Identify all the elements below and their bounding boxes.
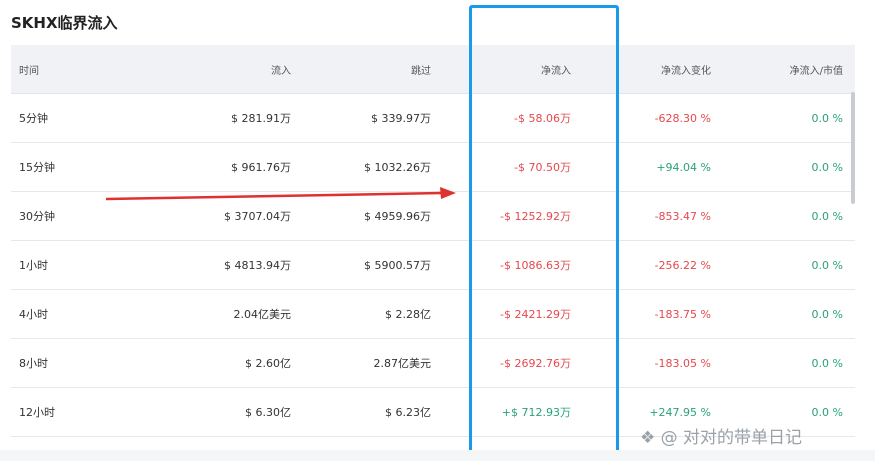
cell-skip: $ 1032.26万 xyxy=(364,161,431,174)
cell-net-to-mcap: 0.0 % xyxy=(811,160,843,174)
cell-inflow: 2.04亿美元 xyxy=(233,308,292,321)
col-header-time[interactable]: 时间 xyxy=(11,62,101,77)
col-header-inflow[interactable]: 流入 xyxy=(101,62,291,77)
table-row[interactable]: 5分钟 $ 281.91万 $ 339.97万 -$ 58.06万 -628.30 % 0… xyxy=(11,94,855,143)
cell-net-to-mcap: 0.0 % xyxy=(811,209,843,223)
cell-skip: $ 4959.96万 xyxy=(364,210,431,223)
bottom-scroll-area xyxy=(0,450,875,461)
cell-skip: $ 5900.57万 xyxy=(364,259,431,272)
cell-skip: $ 6.23亿 xyxy=(385,406,431,419)
watermark: ❖ @ 对对的带单日记 xyxy=(640,428,803,448)
cell-time: 5分钟 xyxy=(19,112,48,125)
cell-inflow: $ 2.60亿 xyxy=(245,357,291,370)
table-row[interactable]: 1小时 $ 4813.94万 $ 5900.57万 -$ 1086.63万 -256.2… xyxy=(11,241,855,290)
red-arrow-annotation xyxy=(105,187,456,201)
cell-inflow: $ 961.76万 xyxy=(231,161,291,174)
cell-time: 4小时 xyxy=(19,308,48,321)
page-title: SKHX临界流入 xyxy=(11,14,118,32)
table-row[interactable]: 4小时 2.04亿美元 $ 2.28亿 -$ 2421.29万 -183.75 % 0.0… xyxy=(11,290,855,339)
table-row[interactable]: 8小时 $ 2.60亿 2.87亿美元 -$ 2692.76万 -183.05 % 0.0… xyxy=(11,339,855,388)
net-inflow-highlight-box xyxy=(469,5,619,458)
net-inflow-table: 时间 流入 跳过 净流入 净流入变化 净流入/市值 5分钟 $ 281.91万 $ … xyxy=(11,45,855,437)
cell-time: 8小时 xyxy=(19,357,48,370)
cell-net-to-mcap: 0.0 % xyxy=(811,111,843,125)
vertical-scrollbar[interactable] xyxy=(851,92,855,204)
cell-inflow: $ 281.91万 xyxy=(231,112,291,125)
cell-time: 1小时 xyxy=(19,259,48,272)
cell-inflow: $ 3707.04万 xyxy=(224,210,291,223)
cell-time: 30分钟 xyxy=(19,210,55,223)
cell-skip: $ 2.28亿 xyxy=(385,308,431,321)
cell-net-to-mcap: 0.0 % xyxy=(811,405,843,419)
cell-time: 12小时 xyxy=(19,406,55,419)
cell-inflow: $ 6.30亿 xyxy=(245,406,291,419)
table-header: 时间 流入 跳过 净流入 净流入变化 净流入/市值 xyxy=(11,45,855,94)
cell-net-to-mcap: 0.0 % xyxy=(811,258,843,272)
col-header-skip[interactable]: 跳过 xyxy=(291,62,431,77)
cell-skip: $ 339.97万 xyxy=(371,112,431,125)
cell-skip: 2.87亿美元 xyxy=(373,357,432,370)
cell-inflow: $ 4813.94万 xyxy=(224,259,291,272)
table-row[interactable]: 15分钟 $ 961.76万 $ 1032.26万 -$ 70.50万 +94.04 %… xyxy=(11,143,855,192)
col-header-net-to-mcap[interactable]: 净流入/市值 xyxy=(711,62,843,77)
cell-net-to-mcap: 0.0 % xyxy=(811,356,843,370)
cell-net-to-mcap: 0.0 % xyxy=(811,307,843,321)
cell-time: 15分钟 xyxy=(19,161,55,174)
